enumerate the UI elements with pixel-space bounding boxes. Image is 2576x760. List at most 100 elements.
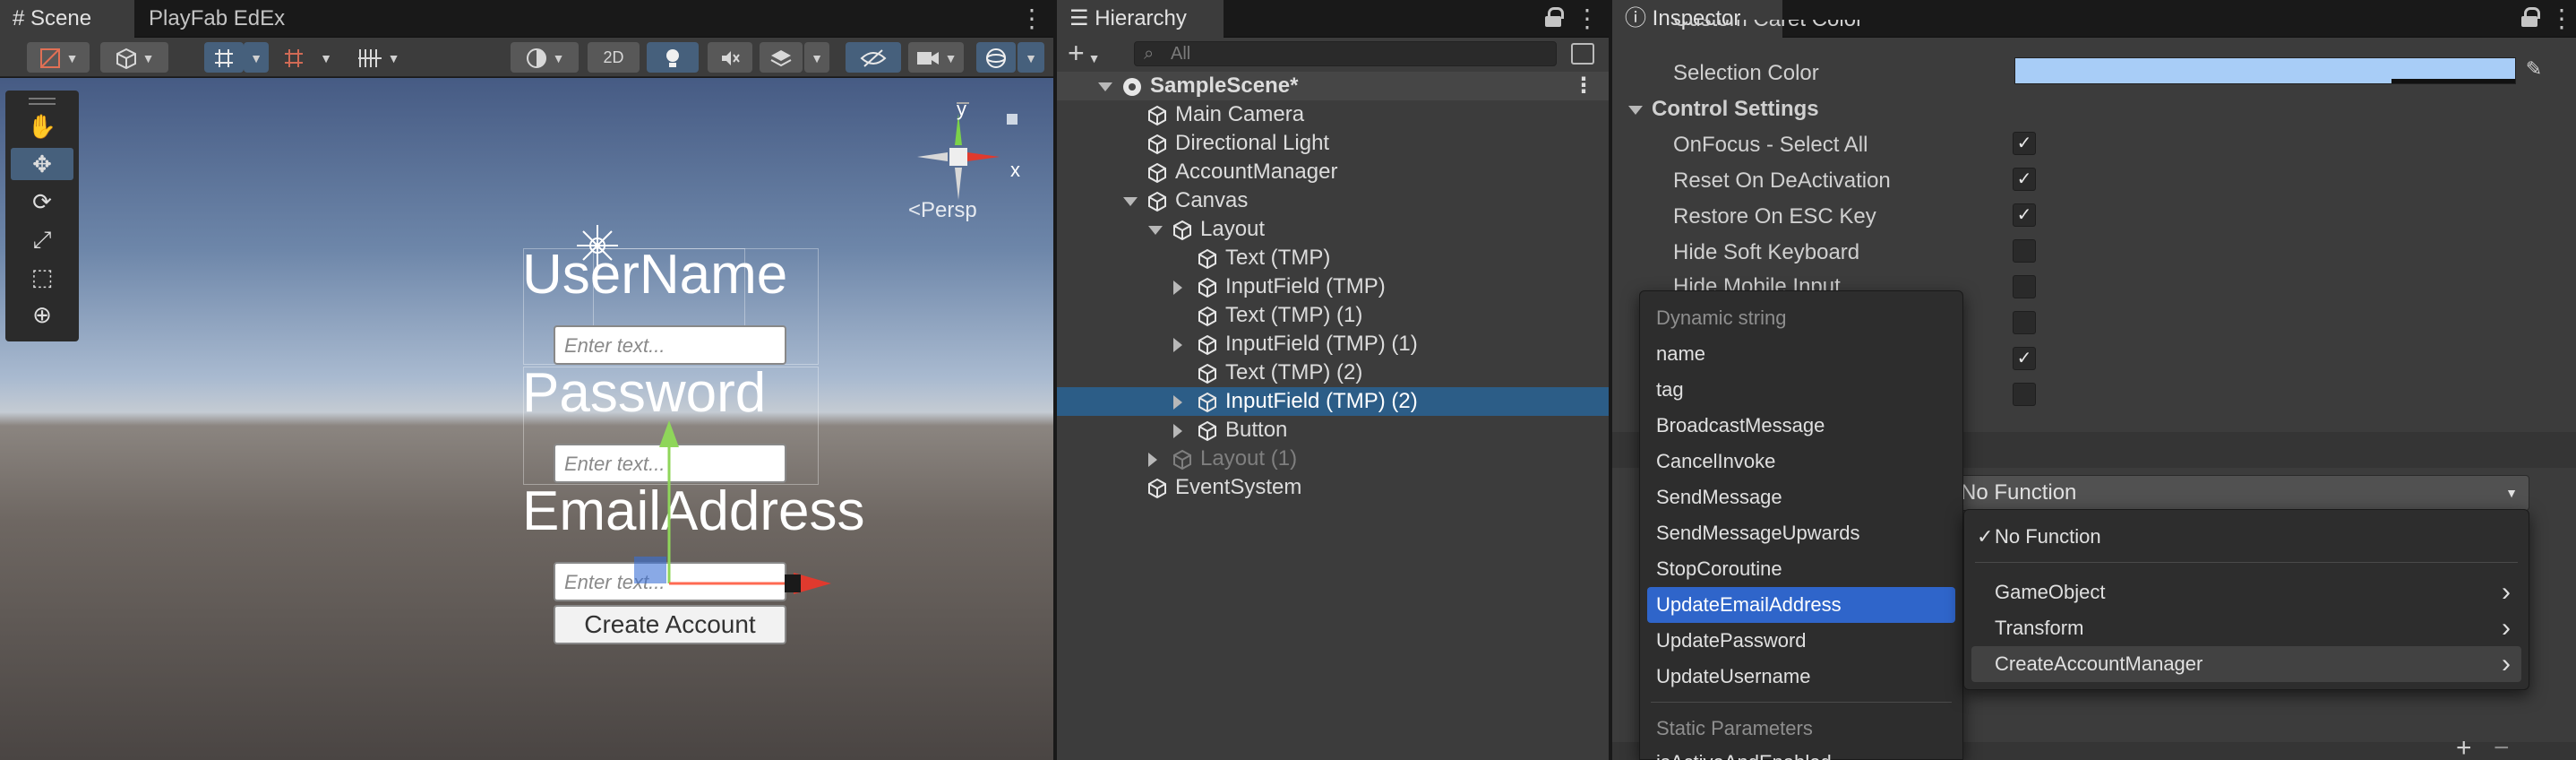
incremental-snap-dropdown[interactable]: ▼: [315, 42, 337, 73]
option-checkbox[interactable]: ✓: [2013, 347, 2036, 370]
gizmos-dropdown[interactable]: ▼: [1018, 42, 1044, 73]
mode-2d-toggle[interactable]: 2D: [588, 42, 640, 73]
function-menu: ✓No Function GameObject › Transform › CreateA…: [1963, 509, 2529, 690]
eyedropper-icon[interactable]: ✎: [2520, 57, 2547, 84]
incremental-snap-toggle[interactable]: [274, 42, 313, 73]
add-event-button[interactable]: +: [2456, 733, 2472, 760]
selection-color-swatch[interactable]: [2014, 57, 2516, 84]
static-parameters-header: Static Parameters: [1656, 717, 1813, 739]
hierarchy-item[interactable]: Canvas: [1057, 186, 1609, 215]
add-object-button[interactable]: + ▼: [1068, 38, 1100, 73]
hierarchy-item[interactable]: AccountManager: [1057, 158, 1609, 186]
shading-mode-dropdown[interactable]: ▼: [511, 42, 579, 73]
create-account-button[interactable]: Create Account: [554, 605, 786, 644]
foldout-expanded-icon[interactable]: [1098, 82, 1112, 91]
hierarchy-search-input[interactable]: ⌕ All: [1134, 41, 1557, 66]
function-menu-item[interactable]: Transform ›: [1971, 610, 2521, 646]
foldout-collapsed-icon[interactable]: [1173, 337, 1182, 352]
hierarchy-item[interactable]: Main Camera: [1057, 100, 1609, 129]
scene-visibility-toggle[interactable]: [846, 42, 901, 73]
gizmos-toggle[interactable]: [976, 42, 1016, 73]
function-menu-item-label: GameObject: [1995, 581, 2106, 603]
hierarchy-item[interactable]: Text (TMP) (2): [1057, 358, 1609, 387]
move-tool-icon[interactable]: ✥: [11, 148, 73, 180]
grid-visibility-dropdown[interactable]: ▼: [344, 42, 412, 73]
hierarchy-item[interactable]: Text (TMP): [1057, 244, 1609, 272]
scale-tool-icon[interactable]: ⤢: [11, 223, 73, 255]
function-dropdown[interactable]: No Function ▼: [1956, 475, 2529, 511]
tab-hierarchy[interactable]: ☰ Hierarchy: [1057, 0, 1224, 38]
draw-mode-dropdown[interactable]: ▼: [27, 42, 90, 73]
camera-dropdown[interactable]: ▼: [908, 42, 964, 73]
audio-toggle[interactable]: [708, 42, 752, 73]
gameobject-cube-icon: [1173, 449, 1191, 470]
effects-dropdown[interactable]: ▼: [804, 42, 829, 73]
foldout-collapsed-icon[interactable]: [1173, 423, 1182, 438]
search-filter-icon[interactable]: [1571, 43, 1594, 65]
hide-mobile-input-checkbox[interactable]: [2013, 275, 2036, 298]
option-checkbox[interactable]: [2013, 311, 2036, 334]
move-handle-gizmo[interactable]: [627, 413, 842, 601]
scene-menu-kebab-icon[interactable]: ⋮: [1019, 5, 1044, 32]
scene-kebab-icon[interactable]: ⋮: [1573, 72, 1594, 100]
foldout-down-icon: [1628, 105, 1643, 115]
gizmo-cube-dropdown[interactable]: ▼: [100, 42, 168, 73]
menu-item-stopcoroutine[interactable]: StopCoroutine: [1647, 551, 1955, 587]
function-menu-item[interactable]: GameObject ›: [1971, 574, 2521, 610]
menu-item-cancelinvoke[interactable]: CancelInvoke: [1647, 444, 1955, 479]
reset-on-deactivation-checkbox[interactable]: ✓: [2013, 168, 2036, 191]
onfocus-select-all-checkbox[interactable]: ✓: [2013, 132, 2036, 155]
menu-item-updateemailaddress[interactable]: UpdateEmailAddress: [1647, 587, 1955, 623]
hierarchy-menu-kebab-icon[interactable]: ⋮: [1575, 5, 1600, 32]
menu-item-sendmessageupwards[interactable]: SendMessageUpwards: [1647, 515, 1955, 551]
rotate-tool-icon[interactable]: ⟳: [11, 186, 73, 218]
grid-snap-toggle[interactable]: [204, 42, 244, 73]
rect-tool-icon[interactable]: ⬚: [11, 261, 73, 293]
hierarchy-item[interactable]: Directional Light: [1057, 129, 1609, 158]
foldout-expanded-icon[interactable]: [1148, 225, 1163, 235]
menu-item-broadcastmessage[interactable]: BroadcastMessage: [1647, 408, 1955, 444]
transform-tool-icon[interactable]: ⊕: [11, 298, 73, 331]
username-input[interactable]: Enter text...: [554, 325, 786, 365]
control-settings-header[interactable]: Control Settings: [1628, 91, 2576, 127]
persp-label[interactable]: <Persp: [908, 198, 977, 223]
hierarchy-item[interactable]: InputField (TMP): [1057, 272, 1609, 301]
lighting-toggle[interactable]: [647, 42, 699, 73]
foldout-collapsed-icon[interactable]: [1148, 452, 1157, 467]
hierarchy-item-label: Main Camera: [1175, 102, 1305, 126]
hierarchy-item[interactable]: Layout (1): [1057, 445, 1609, 473]
menu-item-sendmessage[interactable]: SendMessage: [1647, 479, 1955, 515]
hierarchy-item[interactable]: InputField (TMP) (2): [1057, 387, 1609, 416]
menu-item-updateusername[interactable]: UpdateUsername: [1647, 659, 1955, 695]
hierarchy-scene-row[interactable]: SampleScene* ⋮: [1057, 72, 1609, 100]
hierarchy-item[interactable]: Text (TMP) (1): [1057, 301, 1609, 330]
gizmo-lock-icon[interactable]: [1007, 114, 1018, 125]
check-icon: ✓: [1977, 525, 1994, 548]
menu-item-tag[interactable]: tag: [1647, 372, 1955, 408]
foldout-collapsed-icon[interactable]: [1173, 280, 1182, 295]
hand-tool-icon[interactable]: ✋: [11, 110, 73, 142]
hierarchy-lock-icon[interactable]: [1544, 7, 1564, 29]
hierarchy-panel: ☰ Hierarchy ⋮ + ▼ ⌕ All SampleScene* ⋮ Mai…: [1057, 0, 1609, 760]
remove-event-button[interactable]: −: [2494, 733, 2510, 760]
foldout-expanded-icon[interactable]: [1123, 196, 1138, 206]
hierarchy-item[interactable]: EventSystem: [1057, 473, 1609, 502]
menu-item[interactable]: isActiveAndEnabled: [1640, 745, 1962, 760]
hierarchy-item[interactable]: Button: [1057, 416, 1609, 445]
effects-toggle[interactable]: [760, 42, 803, 73]
tab-playfab-edex[interactable]: PlayFab EdEx: [136, 0, 324, 38]
scene-viewport[interactable]: ✋ ✥ ⟳ ⤢ ⬚ ⊕ y x <Persp UserName Enter te…: [0, 78, 1053, 760]
function-menu-item[interactable]: CreateAccountManager ›: [1971, 646, 2521, 682]
grid-snap-dropdown[interactable]: ▼: [244, 42, 269, 73]
function-menu-item[interactable]: ✓No Function: [1971, 519, 2521, 555]
restore-on-esc-checkbox[interactable]: ✓: [2013, 203, 2036, 227]
menu-item-updatepassword[interactable]: UpdatePassword: [1647, 623, 1955, 659]
option-checkbox[interactable]: [2013, 383, 2036, 406]
onfocus-select-all-label: OnFocus - Select All: [1673, 133, 1868, 157]
foldout-collapsed-icon[interactable]: [1173, 394, 1182, 410]
hierarchy-item[interactable]: Layout: [1057, 215, 1609, 244]
hierarchy-item[interactable]: InputField (TMP) (1): [1057, 330, 1609, 358]
menu-item-name[interactable]: name: [1647, 336, 1955, 372]
tab-scene[interactable]: # Scene: [0, 0, 134, 38]
hide-soft-keyboard-checkbox[interactable]: [2013, 239, 2036, 263]
